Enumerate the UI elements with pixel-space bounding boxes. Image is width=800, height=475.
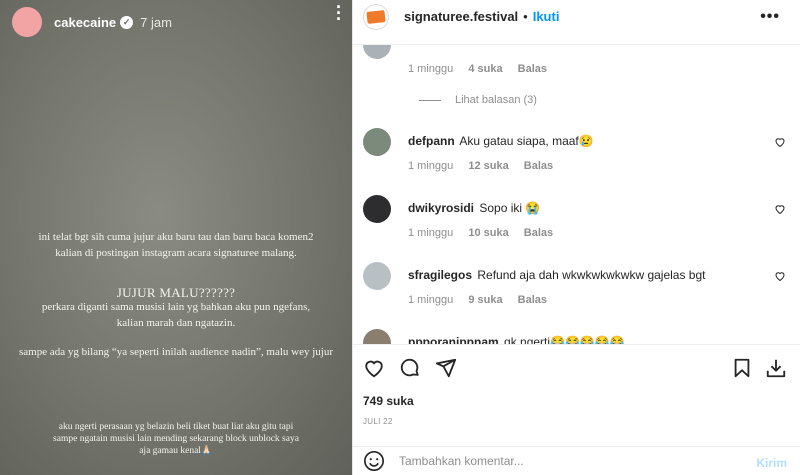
comment-text: sfragilegos Refund aja dah wkwkwkwkwkw g… — [408, 268, 705, 282]
comment-text: dwikyrosidi Sopo iki 😭 — [408, 201, 540, 215]
story-time: 7 jam — [140, 14, 172, 30]
comment-message: Refund aja dah wkwkwkwkwkw gajelas bgt — [477, 268, 706, 282]
commenter-avatar[interactable] — [363, 262, 391, 290]
post-header: signaturee.festival • Ikuti ••• — [353, 0, 800, 33]
story-text-paragraph-3: sampe ada yg bilang “ya seperti inilah a… — [19, 346, 333, 358]
comment-likes[interactable]: 9 suka — [468, 294, 502, 306]
story-text-paragraph-1: ini telat bgt sih cuma jujur aku baru ta… — [38, 231, 314, 259]
commenter-avatar[interactable] — [363, 128, 391, 156]
commenter-username[interactable]: sfragilegos — [408, 268, 472, 282]
story-header: cakecaine ✓ 7 jam — [12, 7, 342, 37]
comment-time: 1 minggu — [408, 294, 454, 306]
comment-time: 1 minggu — [408, 160, 454, 172]
comment-time: 1 minggu — [408, 227, 454, 239]
comment-likes[interactable]: 10 suka — [468, 227, 508, 239]
heart-icon[interactable] — [774, 136, 786, 148]
more-icon[interactable]: ••• — [760, 8, 780, 26]
commenter-username[interactable]: dwikyrosidi — [408, 201, 474, 215]
heart-icon[interactable] — [774, 270, 786, 282]
comment-input[interactable] — [399, 454, 719, 468]
comment-text: defpann Aku gatau siapa, maaf😢 — [408, 134, 594, 148]
story-panel: cakecaine ✓ 7 jam · · · ini telat bgt sih … — [0, 0, 352, 475]
reply-button[interactable]: Balas — [518, 294, 547, 306]
emoji-icon[interactable] — [363, 450, 385, 472]
verified-icon: ✓ — [120, 15, 134, 29]
story-text-paragraph-2: perkara diganti sama musisi lain yg bahk… — [41, 301, 311, 329]
view-replies-label: Lihat balasan (3) — [455, 94, 537, 106]
reply-button[interactable]: Balas — [524, 160, 553, 172]
comment-meta: 1 minggu 10 suka Balas — [408, 227, 565, 239]
comment-meta: 1 minggu 12 suka Balas — [408, 160, 565, 172]
comments-list: 1 minggu 4 suka Balas Lihat balasan (3) … — [353, 44, 800, 344]
comment-meta: 1 minggu 9 suka Balas — [408, 294, 559, 306]
comment-icon[interactable] — [399, 357, 421, 379]
story-username[interactable]: cakecaine — [54, 15, 116, 30]
commenter-username[interactable]: defpann — [408, 134, 455, 148]
story-avatar[interactable] — [12, 7, 42, 37]
share-icon[interactable] — [435, 357, 457, 379]
follow-button[interactable]: Ikuti — [533, 9, 560, 24]
commenter-avatar[interactable] — [363, 329, 391, 344]
likes-count[interactable]: 749 suka — [363, 394, 414, 408]
reply-button[interactable]: Balas — [524, 227, 553, 239]
post-comment-button[interactable]: Kirim — [756, 456, 787, 470]
comment-likes[interactable]: 4 suka — [468, 63, 502, 75]
comment-message: gk ngerti😂😂😂😂😂 — [504, 335, 625, 344]
more-icon[interactable]: · · · — [336, 0, 342, 28]
commenter-avatar[interactable] — [363, 195, 391, 223]
heart-icon[interactable] — [363, 357, 385, 379]
comment-likes[interactable]: 12 suka — [468, 160, 508, 172]
comment-message: Aku gatau siapa, maaf😢 — [459, 134, 594, 148]
comment-meta: 1 minggu 4 suka Balas — [408, 63, 559, 75]
heart-icon[interactable] — [774, 203, 786, 215]
add-comment-bar: Kirim — [353, 446, 800, 475]
post-panel: signaturee.festival • Ikuti ••• 1 minggu… — [352, 0, 800, 475]
reply-button[interactable]: Balas — [518, 63, 547, 75]
download-icon[interactable] — [765, 357, 787, 379]
story-text-paragraph-4: aku ngerti perasaan yg belazin beli tike… — [53, 422, 299, 456]
comment-time: 1 minggu — [408, 63, 454, 75]
action-bar — [353, 344, 800, 390]
post-username[interactable]: signaturee.festival — [404, 9, 518, 24]
post-date: JULI 22 — [363, 417, 393, 426]
story-text-heading: JUJUR MALU?????? — [116, 285, 236, 300]
bookmark-icon[interactable] — [731, 357, 753, 379]
commenter-username[interactable]: ppporanippnam — [408, 335, 499, 344]
comment-text: ppporanippnam gk ngerti😂😂😂😂😂 — [408, 335, 625, 344]
commenter-avatar[interactable] — [363, 45, 391, 59]
comment-message: Sopo iki 😭 — [479, 201, 541, 215]
separator-dot: • — [523, 9, 528, 24]
view-replies-button[interactable]: Lihat balasan (3) — [419, 94, 537, 106]
account-avatar[interactable] — [363, 3, 389, 30]
